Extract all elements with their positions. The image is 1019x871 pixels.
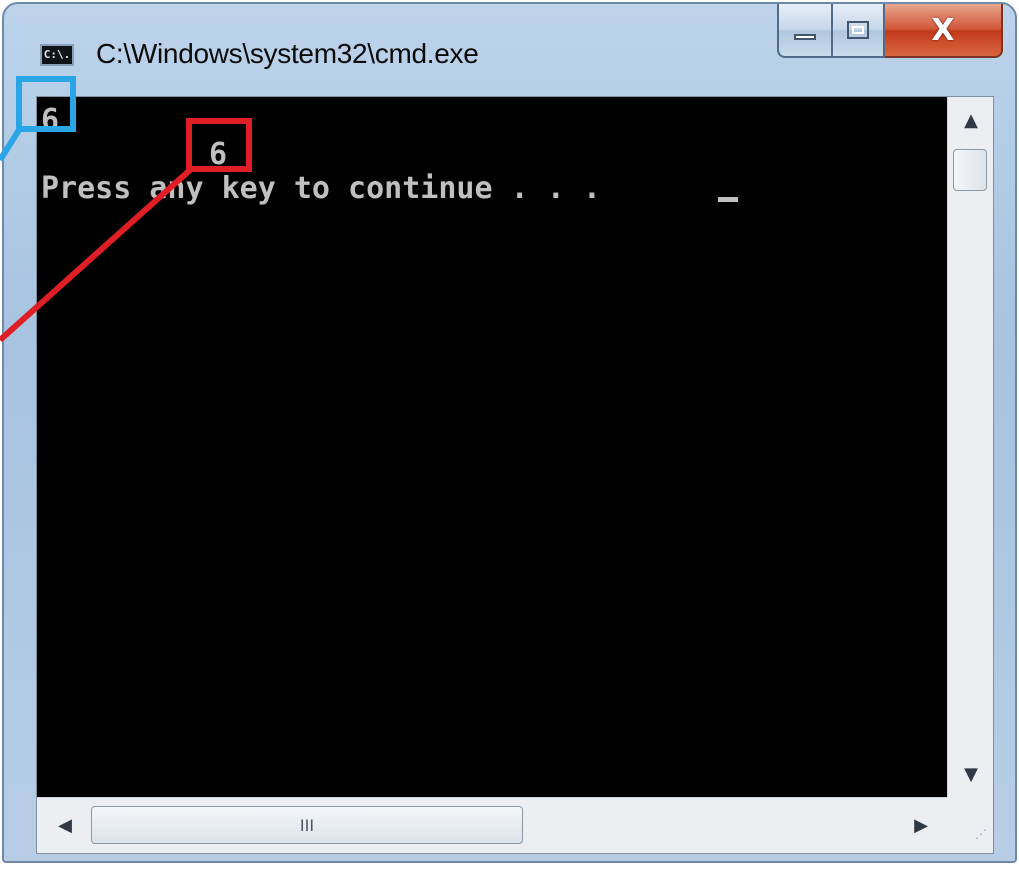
text-cursor: [718, 197, 738, 202]
close-button[interactable]: X: [885, 4, 1003, 58]
horizontal-scroll-thumb[interactable]: III: [91, 806, 523, 844]
title-bar[interactable]: C:\. C:\Windows\system32\cmd.exe X: [4, 4, 1015, 96]
console-window: C:\. C:\Windows\system32\cmd.exe X 6 6 P…: [2, 2, 1017, 863]
caption-buttons: X: [777, 4, 1003, 60]
resize-grip-icon[interactable]: ⋰: [947, 797, 993, 853]
maximize-button[interactable]: [833, 4, 885, 58]
vertical-scrollbar[interactable]: ▲ ▼: [947, 97, 993, 799]
horizontal-scrollbar[interactable]: ◀ III ▶: [37, 797, 947, 853]
scroll-right-icon[interactable]: ▶: [899, 798, 943, 854]
minimize-icon: [794, 34, 816, 40]
console-client-area: 6 6 Press any key to continue . . . ▲ ▼ …: [36, 96, 994, 854]
window-title: C:\Windows\system32\cmd.exe: [96, 38, 479, 69]
maximize-icon: [847, 21, 869, 39]
scroll-down-icon[interactable]: ▼: [948, 753, 994, 797]
thumb-grip-icon: III: [299, 815, 315, 835]
scroll-up-icon[interactable]: ▲: [948, 99, 994, 143]
console-line-output-1: 6: [41, 103, 60, 138]
vertical-scroll-thumb[interactable]: [953, 149, 987, 191]
close-icon: X: [931, 12, 955, 48]
scroll-left-icon[interactable]: ◀: [43, 798, 87, 854]
console-line-prompt: Press any key to continue . . .: [41, 171, 601, 206]
console-line-output-2: 6: [209, 137, 228, 172]
cmd-app-icon[interactable]: C:\.: [40, 44, 74, 66]
console-output[interactable]: 6 6 Press any key to continue . . .: [37, 97, 947, 799]
minimize-button[interactable]: [777, 4, 833, 58]
